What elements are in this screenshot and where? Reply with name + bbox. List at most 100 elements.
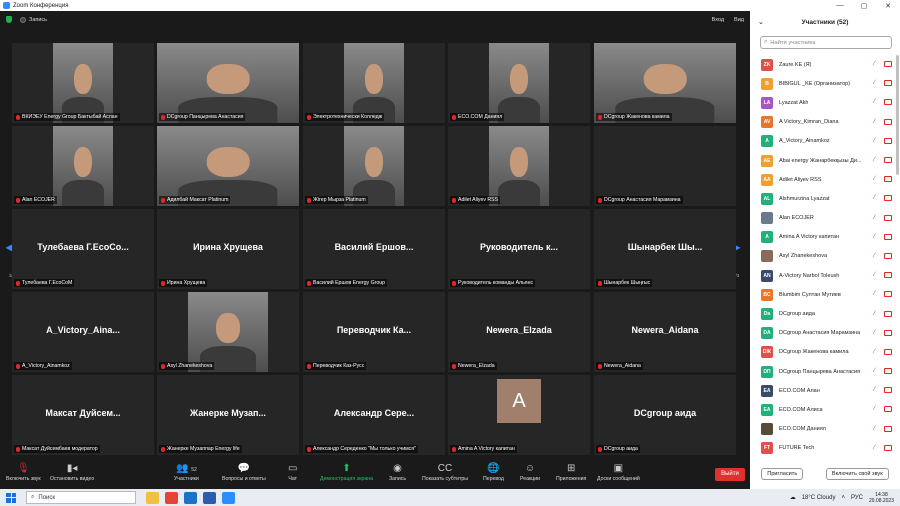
participant-row[interactable]: LA Lyazzat Akh ⁄ bbox=[750, 93, 900, 112]
participant-tile[interactable]: Электротехнически Колледж bbox=[303, 43, 445, 123]
participant-tile[interactable]: DCgroup Жакенова камила bbox=[594, 43, 736, 123]
participant-row[interactable]: Da DCgroup аида ⁄ bbox=[750, 304, 900, 323]
participant-tile[interactable]: DCgroup аида DCgroup аида bbox=[594, 375, 736, 455]
unmute-button[interactable]: 🎙 Включить звук bbox=[6, 462, 41, 482]
participant-tile[interactable]: ECO.COM Даниял bbox=[448, 43, 590, 123]
participant-tile[interactable]: Александр Сере... Александр Середенко "Мы… bbox=[303, 375, 445, 455]
participant-tile[interactable]: Adilet Aliyev RSS bbox=[448, 126, 590, 206]
participant-tile[interactable]: ВКИЭЕУ Energy Group Бактыбай Аслан bbox=[12, 43, 154, 123]
participant-tile[interactable]: Переводчик Ка... Переводчик Каз-Русс bbox=[303, 292, 445, 372]
participant-row[interactable]: Alan ECOJER ⁄ bbox=[750, 209, 900, 228]
panel-scrollbar[interactable] bbox=[896, 55, 899, 175]
participant-tile[interactable]: Asyl Zhanekeshova bbox=[157, 292, 299, 372]
participant-tile[interactable]: Максат Дуйсем... Максат Дуйсембаев модера… bbox=[12, 375, 154, 455]
participant-row[interactable]: BC Blumbim Султан Мутиев ⁄ bbox=[750, 285, 900, 304]
participant-row[interactable]: AE Abai energy Жанарбекқызы Ди... ⁄ bbox=[750, 151, 900, 170]
close-button[interactable]: ✕ bbox=[876, 2, 900, 10]
participant-row[interactable]: DA DCgroup Анастасия Марамзина ⁄ bbox=[750, 324, 900, 343]
apps-button[interactable]: ⊞ Приложения bbox=[556, 462, 586, 482]
participant-row[interactable]: AV A Victory_Kimran_Diana ⁄ bbox=[750, 113, 900, 132]
security-shield-icon[interactable] bbox=[6, 16, 12, 23]
participant-face bbox=[365, 63, 383, 95]
participant-tile[interactable]: Адилбай Максат Platinum bbox=[157, 126, 299, 206]
camera-off-icon bbox=[884, 406, 892, 413]
participant-row[interactable]: ECO.COM Даниял ⁄ bbox=[750, 420, 900, 439]
participant-row[interactable]: AL Alshmurzina Lyazzat ⁄ bbox=[750, 189, 900, 208]
reactions-button[interactable]: ☺ Реакции bbox=[520, 462, 540, 482]
minimize-button[interactable]: — bbox=[828, 2, 852, 10]
participant-row[interactable]: ZK Zaure KE (Я) ⁄ bbox=[750, 55, 900, 74]
qa-button[interactable]: 💬 Вопросы и ответы bbox=[222, 462, 266, 482]
participant-tile[interactable]: Руководитель к... Руководитель команды Ал… bbox=[448, 209, 590, 289]
collapse-chevron-icon[interactable]: ⌄ bbox=[758, 18, 764, 26]
participant-row[interactable]: AA Adilet Aliyev RSS ⁄ bbox=[750, 170, 900, 189]
taskbar-search-input[interactable]: ⌕ Поиск bbox=[26, 491, 136, 504]
taskbar-search-label: Поиск bbox=[38, 494, 56, 501]
mic-muted-icon bbox=[452, 197, 456, 203]
participant-caption-text: DCgroup Панцырева Анастасия bbox=[167, 114, 244, 120]
participant-row[interactable]: B BIBIGUL _KE (Организатор) ⁄ bbox=[750, 74, 900, 93]
stop-video-button[interactable]: ▮◂ Остановить видео bbox=[50, 462, 94, 482]
captions-icon: CC bbox=[437, 463, 453, 474]
participant-caption-text: Asyl Zhanekeshova bbox=[167, 363, 213, 369]
participant-tile[interactable]: Шынарбек Шы... Шынарбек Шыңғыс bbox=[594, 209, 736, 289]
camera-off-icon bbox=[884, 425, 892, 432]
participant-row[interactable]: DП DCgroup Панцырева Анастасия ⁄ bbox=[750, 362, 900, 381]
chat-button[interactable]: ▭ Чат bbox=[288, 462, 297, 482]
participant-row[interactable]: EA ECO.COM Алиса ⁄ bbox=[750, 400, 900, 419]
participant-search-input[interactable]: ⌕ Найти участника bbox=[760, 36, 892, 49]
whiteboard-button[interactable]: ▣ Доски сообщений bbox=[597, 462, 640, 482]
outlook-icon[interactable] bbox=[184, 491, 197, 504]
unmute-self-button[interactable]: Включить свой звук bbox=[825, 468, 889, 480]
participant-tile[interactable]: Тулебаева Г.EcoCo... Тулебаева Г.EcoCoM bbox=[12, 209, 154, 289]
translate-button[interactable]: 🌐 Перевод bbox=[483, 462, 504, 482]
participant-row[interactable]: A Amina A Victory капитан ⁄ bbox=[750, 228, 900, 247]
language-indicator[interactable]: РУС bbox=[851, 495, 863, 501]
participant-row[interactable]: FT FUTURE Tech ⁄ bbox=[750, 439, 900, 458]
view-button[interactable]: Вид bbox=[734, 17, 744, 23]
participant-tile[interactable]: A Amina A Victory капитан bbox=[448, 375, 590, 455]
share-screen-button[interactable]: ⬆ Демонстрация экрана bbox=[320, 462, 373, 482]
leave-button[interactable]: Выйти bbox=[715, 468, 745, 481]
captions-button[interactable]: CC Показать субтитры bbox=[422, 462, 468, 482]
weather-icon[interactable]: ☁ bbox=[790, 494, 796, 501]
mic-muted-icon bbox=[161, 114, 165, 120]
participant-tile[interactable]: Alan ECOJER bbox=[12, 126, 154, 206]
participant-caption: ВКИЭЕУ Energy Group Бактыбай Аслан bbox=[14, 113, 120, 121]
participant-caption-text: Newera_Elzada bbox=[458, 363, 495, 369]
participant-tile[interactable]: Жанерке Музап... Жанерке Музаппар Energy … bbox=[157, 375, 299, 455]
participant-tile[interactable]: Ирина Хрущева Ирина Хрущева bbox=[157, 209, 299, 289]
chrome-icon[interactable] bbox=[165, 491, 178, 504]
maximize-button[interactable]: ▢ bbox=[852, 2, 876, 10]
tray-chevron-icon[interactable]: ˄ bbox=[841, 495, 845, 501]
participant-tile[interactable]: Жігер Мырза Platinum bbox=[303, 126, 445, 206]
participant-tile[interactable]: Newera_Elzada Newera_Elzada bbox=[448, 292, 590, 372]
participant-tile[interactable]: Newera_Aidana Newera_Aidana bbox=[594, 292, 736, 372]
participant-tile[interactable]: Василий Ершов... Василий Ершов Energy Gro… bbox=[303, 209, 445, 289]
participant-tile[interactable]: DCgroup Панцырева Анастасия bbox=[157, 43, 299, 123]
participant-status: ⁄ bbox=[874, 176, 892, 183]
view-enter-button[interactable]: Вход bbox=[712, 17, 724, 23]
panel-footer: Пригласить Включить свой звук bbox=[750, 459, 900, 489]
participant-row[interactable]: A A_Victory_Ainamkoz ⁄ bbox=[750, 132, 900, 151]
clock[interactable]: 14:38 29.08.2023 bbox=[869, 492, 894, 504]
record-button[interactable]: ◉ Запись bbox=[389, 462, 406, 482]
reaction-icon: ☺ bbox=[524, 463, 536, 474]
file-explorer-icon[interactable] bbox=[146, 491, 159, 504]
mic-muted-icon: ⁄ bbox=[874, 406, 876, 413]
invite-button[interactable]: Пригласить bbox=[761, 468, 804, 480]
participant-row[interactable]: AN A-Victory Narbol Toleush ⁄ bbox=[750, 266, 900, 285]
participant-tile[interactable]: A_Victory_Aina... A_Victory_Ainamkoz bbox=[12, 292, 154, 372]
participant-row[interactable]: Asyl Zhanekeshova ⁄ bbox=[750, 247, 900, 266]
participant-face bbox=[365, 146, 383, 178]
weather-label[interactable]: 18°C Cloudy bbox=[802, 495, 836, 501]
participant-row[interactable]: DЖ DCgroup Жакенова камила ⁄ bbox=[750, 343, 900, 362]
participant-status: ⁄ bbox=[874, 329, 892, 337]
participant-tile[interactable]: DCgroup Анастасия Марамзина bbox=[594, 126, 736, 206]
word-icon[interactable] bbox=[203, 491, 216, 504]
windows-start-icon[interactable] bbox=[6, 492, 16, 503]
participants-button[interactable]: 👥 52 Участники bbox=[174, 462, 199, 482]
participant-name: Blumbim Султан Мутиев bbox=[779, 291, 841, 298]
participant-row[interactable]: EA ECO.COM Алан ⁄ bbox=[750, 381, 900, 400]
zoom-taskbar-icon[interactable] bbox=[222, 491, 235, 504]
